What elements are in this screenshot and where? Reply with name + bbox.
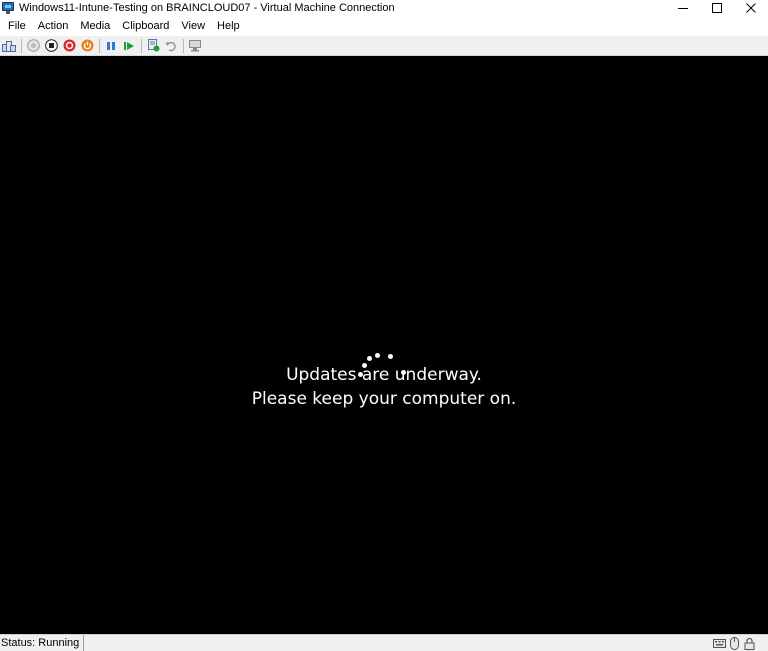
close-icon <box>746 3 756 13</box>
update-message-line-2: Please keep your computer on. <box>251 389 517 409</box>
start-icon <box>26 39 40 52</box>
spinner-dot <box>388 354 393 359</box>
menu-action[interactable]: Action <box>32 17 75 36</box>
pause-button[interactable] <box>103 38 119 54</box>
turn-off-button[interactable] <box>43 38 59 54</box>
revert-icon <box>166 41 176 51</box>
update-message-line-1: Updates are underway. <box>286 365 482 385</box>
status-icons <box>711 636 756 651</box>
turn-off-icon <box>44 39 58 52</box>
status-bar: Status: Running <box>0 634 768 651</box>
toolbar-separator <box>183 38 184 53</box>
resume-icon <box>124 41 134 50</box>
mouse-icon <box>728 637 741 650</box>
start-button[interactable] <box>25 38 41 54</box>
enhanced-session-icon <box>189 40 201 52</box>
window-title: Windows11-Intune-Testing on BRAINCLOUD07… <box>19 2 395 14</box>
menu-bar: File Action Media Clipboard View Help <box>0 17 768 36</box>
keyboard-icon <box>713 637 726 650</box>
shut-down-icon <box>63 39 75 52</box>
vm-status: Status: Running <box>0 634 85 651</box>
resume-button[interactable] <box>121 38 137 54</box>
enhanced-session-button[interactable] <box>187 38 203 54</box>
window-controls <box>666 0 768 16</box>
checkpoint-icon <box>147 39 159 52</box>
update-message: Updates are underway. Please keep your c… <box>0 363 768 411</box>
title-bar[interactable]: Windows11-Intune-Testing on BRAINCLOUD07… <box>0 0 768 16</box>
save-button[interactable] <box>79 38 95 54</box>
virtual-machine-app-icon <box>2 1 16 15</box>
toolbar <box>0 36 768 56</box>
spinner-dot <box>367 356 372 361</box>
menu-clipboard[interactable]: Clipboard <box>116 17 175 36</box>
toolbar-separator <box>21 38 22 53</box>
toolbar-separator <box>99 38 100 53</box>
minimize-button[interactable] <box>666 0 700 16</box>
toolbar-separator <box>141 38 142 53</box>
close-button[interactable] <box>734 0 768 16</box>
menu-media[interactable]: Media <box>74 17 116 36</box>
maximize-icon <box>712 3 722 13</box>
minimize-icon <box>678 8 688 9</box>
menu-view[interactable]: View <box>175 17 211 36</box>
maximize-button[interactable] <box>700 0 734 16</box>
save-icon <box>81 39 93 52</box>
menu-file[interactable]: File <box>2 17 32 36</box>
checkpoint-button[interactable] <box>145 38 161 54</box>
revert-button[interactable] <box>163 38 179 54</box>
lock-icon <box>743 637 756 650</box>
ctrl-alt-del-icon <box>2 40 16 52</box>
shut-down-button[interactable] <box>61 38 77 54</box>
pause-icon <box>107 41 115 50</box>
spinner-dot <box>375 353 380 358</box>
menu-help[interactable]: Help <box>211 17 246 36</box>
vm-display[interactable]: Updates are underway. Please keep your c… <box>0 56 768 634</box>
ctrl-alt-del-button[interactable] <box>1 38 17 54</box>
